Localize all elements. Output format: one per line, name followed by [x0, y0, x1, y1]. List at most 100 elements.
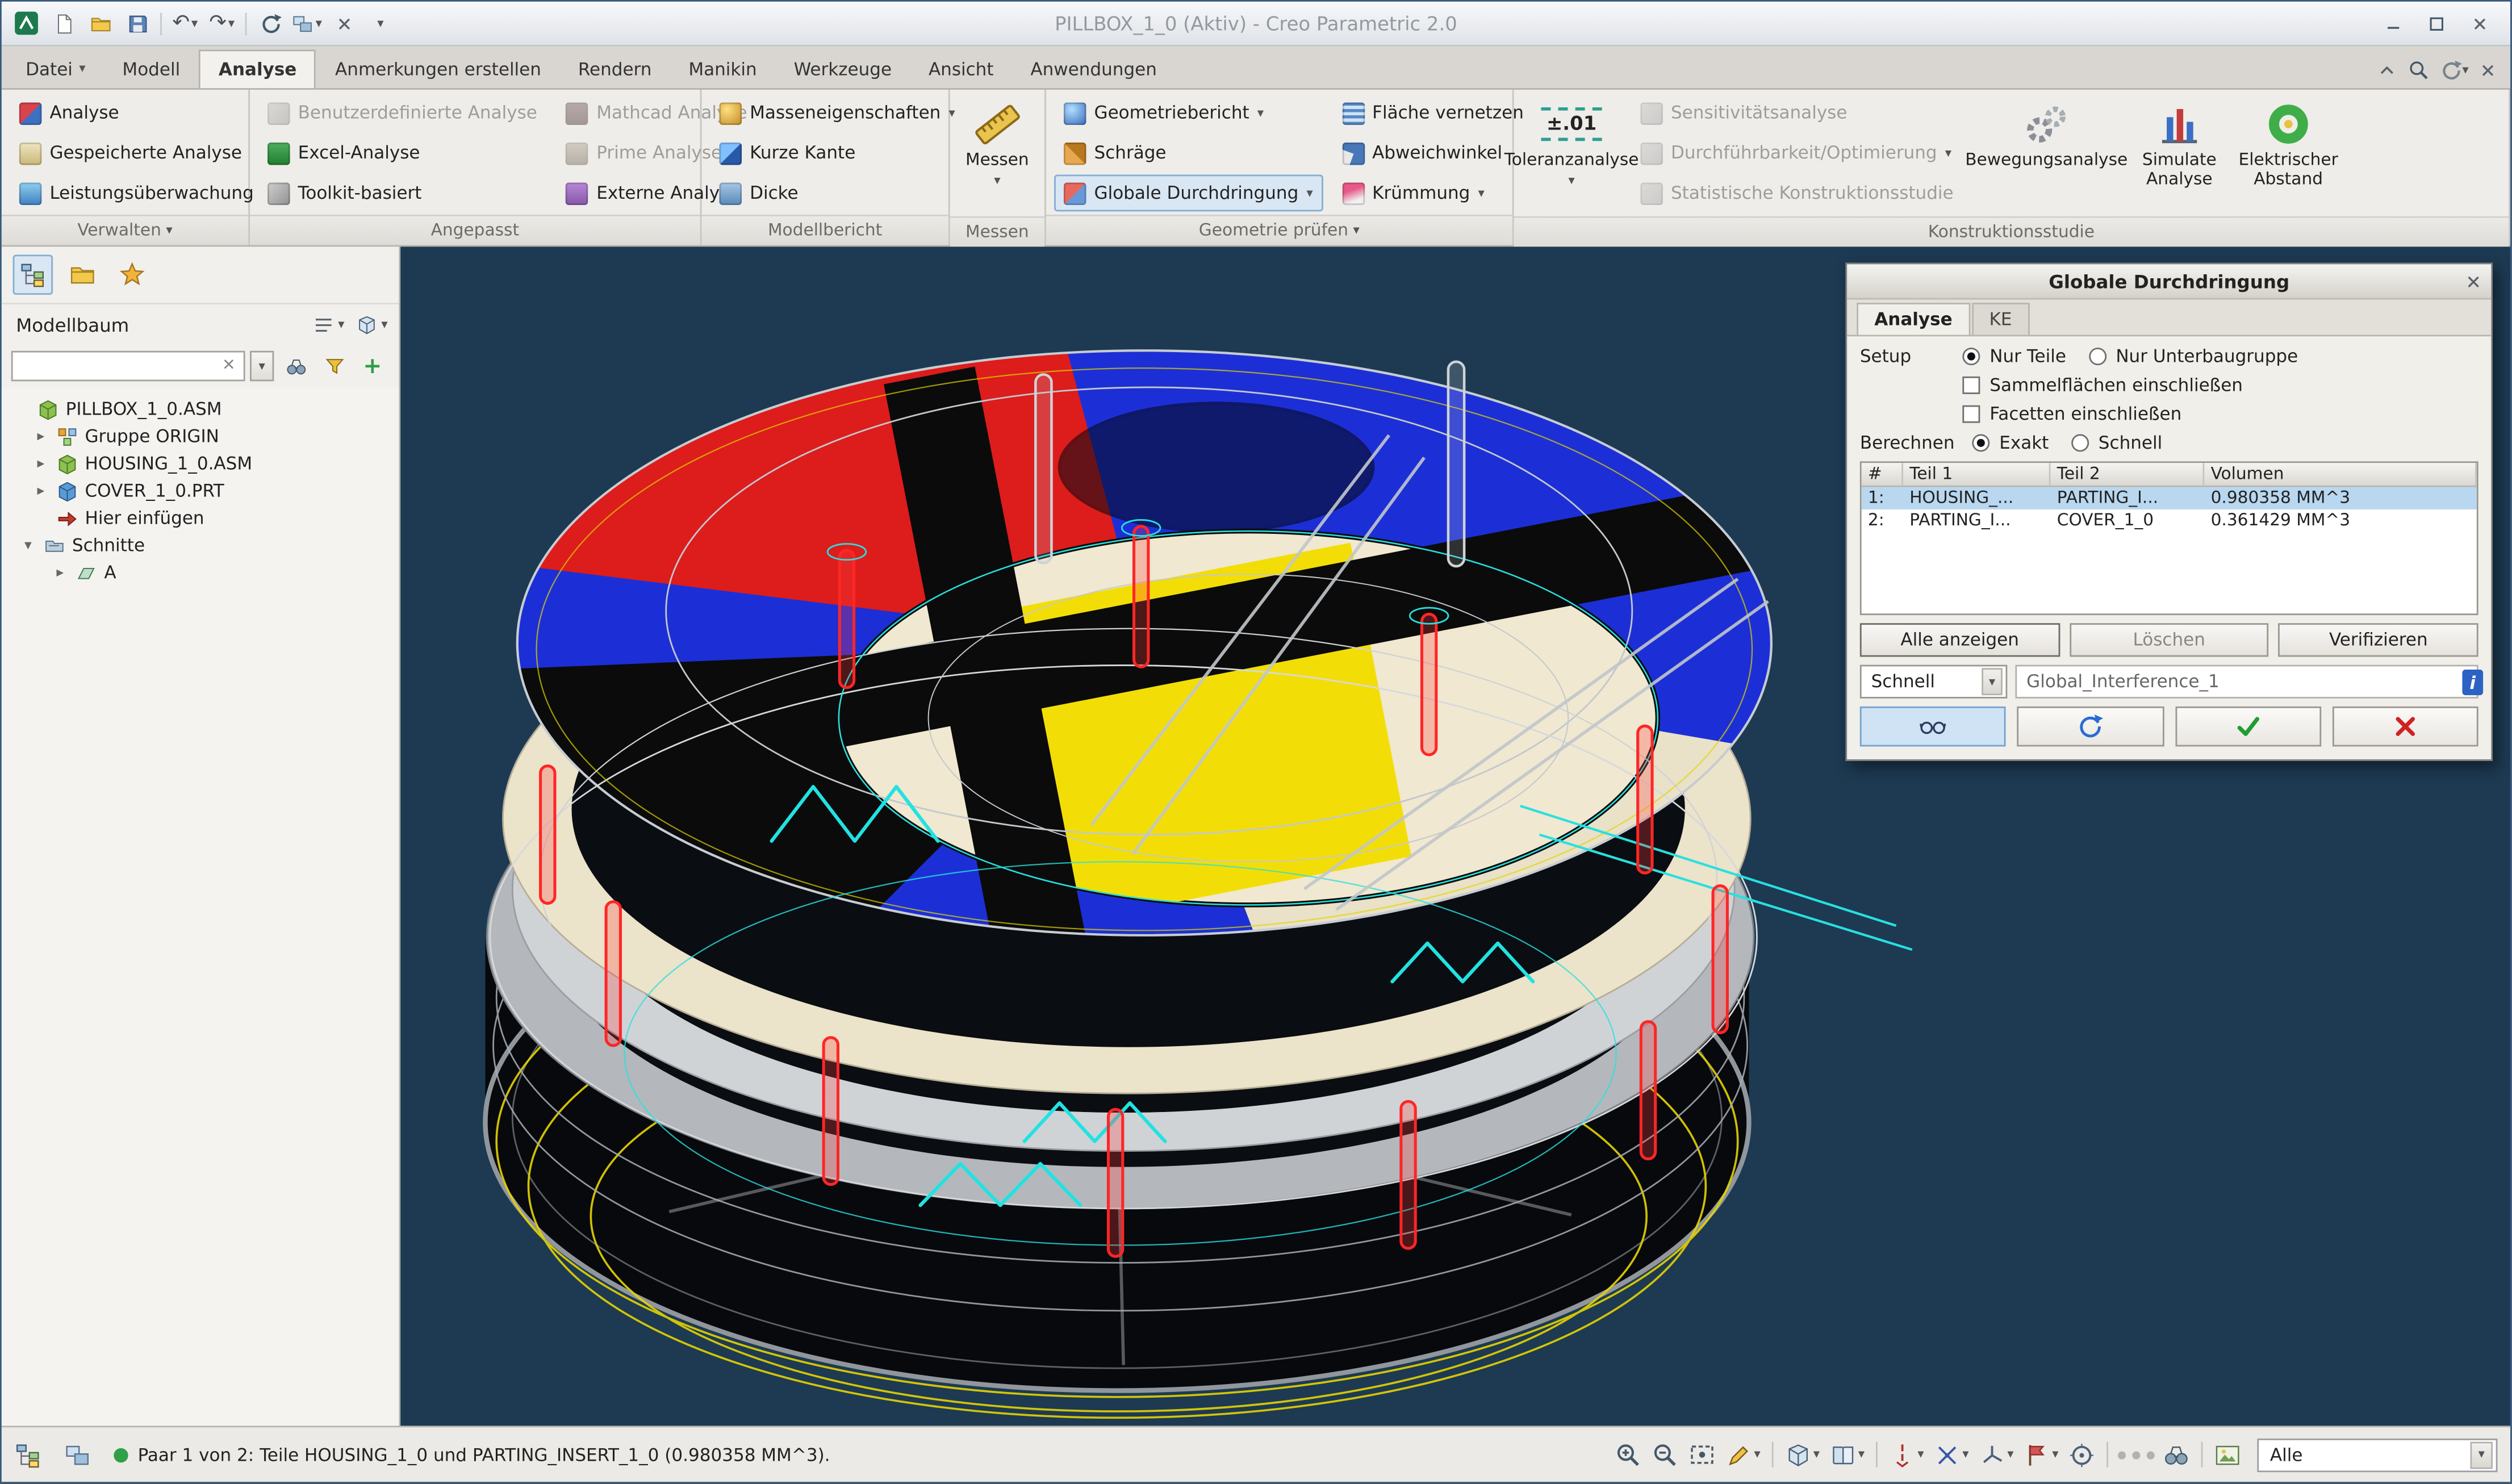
app-icon[interactable] [10, 6, 43, 40]
group-label-geometrie-pruefen[interactable]: Geometrie prüfen▾ [1046, 215, 1512, 245]
analyse-button[interactable]: Analyse [10, 94, 264, 131]
benutzerdefinierte-analyse-button[interactable]: Benutzerdefinierte Analyse [258, 94, 547, 131]
add-filter-icon[interactable]: + [356, 349, 389, 383]
redo-icon[interactable]: ↷▾ [205, 6, 239, 40]
verifizieren-button[interactable]: Verifizieren [2279, 623, 2478, 657]
table-row[interactable]: 1: HOUSING_... PARTING_I... 0.980358 MM^… [1862, 487, 2477, 509]
tab-anwendungen[interactable]: Anwendungen [1013, 49, 1175, 88]
kruemmung-button[interactable]: Krümmung▾ [1332, 174, 1533, 211]
datum-points-toggle-icon[interactable]: ▾ [1930, 1437, 1972, 1472]
zoom-in-icon[interactable] [1611, 1437, 1645, 1472]
masseneigenschaften-button[interactable]: Masseneigenschaften▾ [710, 94, 965, 131]
loeschen-button[interactable]: Löschen [2069, 623, 2269, 657]
spin-center-icon[interactable] [2065, 1437, 2099, 1472]
tree-item-gruppe-origin[interactable]: ▸Gruppe ORIGIN [5, 423, 399, 450]
close-button[interactable] [2464, 10, 2496, 36]
tree-item-cover[interactable]: ▸COVER_1_0.PRT [5, 478, 399, 505]
tree-item-hier-einfuegen[interactable]: Hier einfügen [5, 505, 399, 532]
tree-search-input[interactable]: ✕ [11, 351, 245, 382]
save-icon[interactable] [120, 6, 154, 40]
tab-werkzeuge[interactable]: Werkzeuge [776, 49, 910, 88]
schnell-radio[interactable] [2071, 434, 2089, 452]
tab-rendern[interactable]: Rendern [561, 49, 670, 88]
elektrischer-abstand-button[interactable]: Elektrischer Abstand [2239, 94, 2338, 216]
exakt-radio[interactable] [1972, 434, 1989, 452]
tab-analyse[interactable]: Analyse [199, 49, 316, 88]
kurze-kante-button[interactable]: Kurze Kante [710, 135, 965, 172]
tree-filter-field[interactable] [18, 356, 219, 377]
screenshot-icon[interactable] [2211, 1437, 2245, 1472]
model-tree-toggle-icon[interactable] [13, 254, 53, 295]
alle-anzeigen-button[interactable]: Alle anzeigen [1860, 623, 2060, 657]
table-row[interactable]: 2: PARTING_I... COVER_1_0 0.361429 MM^3 [1862, 509, 2477, 532]
tab-ansicht[interactable]: Ansicht [911, 49, 1012, 88]
repeat-button[interactable] [2017, 707, 2163, 747]
find-icon[interactable] [279, 349, 312, 383]
dialog-tab-ke[interactable]: KE [1971, 303, 2029, 335]
zoom-out-icon[interactable] [1648, 1437, 1682, 1472]
undo-icon[interactable]: ↶▾ [168, 6, 202, 40]
close-ribbon-icon[interactable] [2478, 61, 2498, 80]
facetten-checkbox[interactable] [1962, 406, 1980, 423]
tab-manikin[interactable]: Manikin [671, 49, 774, 88]
preview-button[interactable] [1860, 707, 2006, 747]
bewegungsanalyse-button[interactable]: Bewegungsanalyse [1972, 94, 2120, 216]
dialog-close-icon[interactable] [2461, 269, 2486, 295]
toolkit-basiert-button[interactable]: Toolkit-basiert [258, 174, 547, 211]
globale-durchdringung-button[interactable]: Globale Durchdringung▾ [1054, 174, 1323, 211]
annotation-toggle-icon[interactable]: ▾ [2020, 1437, 2062, 1472]
toleranzanalyse-button[interactable]: ±.01 Toleranzanalyse ▾ [1522, 94, 1621, 216]
info-icon[interactable]: i [2462, 670, 2483, 695]
tab-anmerkungen[interactable]: Anmerkungen erstellen [317, 49, 559, 88]
saved-orientations-icon[interactable]: ▾ [1826, 1437, 1867, 1472]
dialog-tab-analyse[interactable]: Analyse [1857, 303, 1970, 335]
new-file-icon[interactable] [47, 6, 80, 40]
expander-icon[interactable]: ▸ [51, 565, 69, 580]
regenerate-icon[interactable] [253, 6, 287, 40]
tree-item-pillbox[interactable]: PILLBOX_1_0.ASM [5, 396, 399, 423]
command-search-icon[interactable] [2407, 59, 2430, 81]
tree-item-schnitte[interactable]: ▾Schnitte [5, 532, 399, 559]
sammelflaechen-checkbox[interactable] [1962, 377, 1980, 394]
session-options-icon[interactable]: ▾ [2440, 59, 2469, 81]
open-icon[interactable] [83, 6, 117, 40]
ok-button[interactable] [2175, 707, 2321, 747]
simulate-analyse-button[interactable]: Simulate Analyse [2130, 94, 2229, 216]
display-style-icon[interactable]: ▾ [1781, 1437, 1823, 1472]
csys-toggle-icon[interactable]: ▾ [1975, 1437, 2017, 1472]
repaint-icon[interactable]: ▾ [1722, 1437, 1763, 1472]
toggle-browser-icon[interactable] [58, 1435, 98, 1475]
analysis-name-field[interactable] [2015, 665, 2478, 699]
filter-icon[interactable] [317, 349, 350, 383]
group-label-verwalten[interactable]: Verwalten▾ [2, 215, 248, 245]
tree-display-icon[interactable]: ▾ [353, 312, 391, 337]
refit-icon[interactable] [1685, 1437, 1719, 1472]
cancel-button[interactable] [2332, 707, 2478, 747]
expander-icon[interactable]: ▸ [32, 483, 49, 499]
search-model-icon[interactable] [2159, 1437, 2193, 1472]
windows-icon[interactable]: ▾ [290, 6, 324, 40]
nur-unterbaugruppe-radio[interactable] [2088, 348, 2106, 365]
geometriebericht-button[interactable]: Geometriebericht▾ [1054, 94, 1323, 131]
tab-modell[interactable]: Modell [105, 49, 198, 88]
sensitivitaetsanalyse-button[interactable]: Sensitivitätsanalyse [1631, 94, 1963, 131]
dicke-button[interactable]: Dicke [710, 174, 965, 211]
expander-icon[interactable]: ▸ [32, 429, 49, 445]
gespeicherte-analyse-button[interactable]: Gespeicherte Analyse [10, 135, 264, 172]
tree-settings-icon[interactable]: ▾ [309, 312, 348, 337]
dialog-titlebar[interactable]: Globale Durchdringung [1847, 264, 2491, 299]
expander-icon[interactable]: ▾ [19, 537, 37, 553]
flaeche-vernetzen-button[interactable]: Fläche vernetzen [1332, 94, 1533, 131]
folder-browser-icon[interactable] [62, 254, 103, 295]
minimize-button[interactable] [2377, 10, 2409, 36]
toggle-model-tree-icon[interactable] [8, 1435, 48, 1475]
messen-button[interactable]: Messen ▾ [958, 94, 1036, 216]
excel-analyse-button[interactable]: Excel-Analyse [258, 135, 547, 172]
favorites-icon[interactable] [112, 254, 152, 295]
nur-teile-radio[interactable] [1962, 348, 1980, 365]
ribbon-collapse-icon[interactable] [2376, 59, 2398, 81]
leistungsueberwachung-button[interactable]: Leistungsüberwachung [10, 174, 264, 211]
maximize-button[interactable] [2421, 10, 2452, 36]
quality-dropdown[interactable]: Schnell ▾ [1860, 665, 2008, 699]
tab-datei[interactable]: Datei▾ [8, 49, 103, 88]
